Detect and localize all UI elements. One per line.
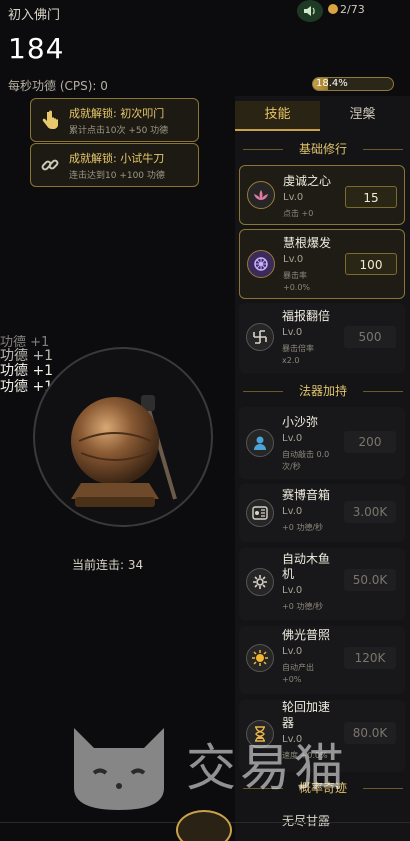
tool-desc-extra: +0% (282, 675, 302, 684)
progress-text: 18.4% (316, 78, 348, 89)
tool-desc: 自动产出 (282, 663, 314, 672)
tool-name: 佛光普照 (282, 628, 331, 642)
tool-name: 轮回加速 (282, 700, 331, 714)
tool-desc: +0 功德/秒 (282, 523, 324, 532)
tab-skills[interactable]: 技能 (235, 101, 320, 131)
skill-name: 慧根爆发 (283, 236, 332, 250)
gear-icon (246, 568, 274, 596)
toast-title: 成就解锁: 初次叩门 (69, 106, 165, 120)
tool-name: 自动木鱼 (282, 552, 331, 566)
tool-cost-button[interactable]: 120K (344, 647, 396, 669)
sound-toggle-button[interactable] (297, 0, 323, 22)
tool-name: 赛博音箱 (282, 488, 331, 502)
tool-level: Lv.0 (282, 585, 303, 596)
tool-card-buddha-light[interactable]: 佛光普照 Lv.0 自动产出 +0% 120K (239, 626, 405, 694)
skill-desc: 点击 +0 (283, 209, 314, 218)
top-bar: 初入佛门 2/73 184 每秒功德 (CPS): 0 18.4% (0, 0, 410, 100)
achievement-toast[interactable]: 成就解锁: 初次叩门 累计点击10次 +50 功德 (30, 98, 199, 142)
cat-logo-watermark (74, 728, 164, 810)
combo-counter: 当前连击: 34 (72, 558, 144, 572)
speaker-icon (304, 6, 315, 16)
tool-desc: 自动敲击 0.0 (282, 450, 330, 459)
link-chain-icon (37, 152, 63, 178)
bottom-action-button[interactable] (176, 810, 232, 841)
section-title-tools: 法器加持 (243, 381, 403, 401)
skill-desc: 暴击倍率 (282, 344, 314, 353)
tool-card-cyber-speaker[interactable]: 赛博音箱 Lv.0 +0 功德/秒 3.00K (239, 484, 405, 542)
speaker-box-icon (246, 499, 274, 527)
tab-nirvana[interactable]: 涅槃 (320, 101, 405, 131)
skill-desc: 暴击率 (283, 271, 307, 280)
achievement-toast[interactable]: 成就解锁: 小试牛刀 连击达到10 +100 功德 (30, 143, 199, 187)
achievement-count: 2/73 (340, 3, 365, 16)
lotus-icon (247, 181, 275, 209)
tool-card-novice-monk[interactable]: 小沙弥 Lv.0 自动敲击 0.0 次/秒 200 (239, 407, 405, 479)
skill-cost-button[interactable]: 500 (344, 326, 396, 348)
skill-desc-extra: +0.0% (283, 283, 311, 292)
achievement-counter[interactable]: 2/73 (328, 3, 365, 16)
tool-level: Lv.0 (282, 506, 303, 517)
tool-cost-button[interactable]: 200 (344, 431, 396, 453)
skill-cost-button[interactable]: 15 (345, 186, 397, 208)
skill-card-wisdom[interactable]: 慧根爆发 Lv.0 暴击率 +0.0% 100 (239, 229, 405, 299)
cps-label: 每秒功德 (CPS): 0 (8, 79, 108, 93)
skill-level: Lv.0 (283, 254, 304, 265)
toast-title: 成就解锁: 小试牛刀 (69, 151, 165, 165)
gong-tap-area[interactable] (33, 347, 213, 527)
tool-desc-extra: 次/秒 (282, 462, 301, 471)
bronze-gong-icon (71, 395, 177, 507)
tool-desc: +0 功德/秒 (282, 602, 324, 611)
merit-total: 184 (8, 32, 65, 65)
pointer-hand-icon (37, 107, 63, 133)
skill-name: 虔诚之心 (283, 174, 332, 188)
toast-desc: 累计点击10次 +50 功德 (69, 125, 169, 136)
level-progress-bar: 18.4% (312, 77, 394, 91)
tool-cost-button[interactable]: 80.0K (344, 722, 396, 744)
medal-icon (328, 4, 338, 14)
skill-cost-button[interactable]: 100 (345, 253, 397, 275)
skill-level: Lv.0 (283, 192, 304, 203)
panel-tabs: 技能 涅槃 (235, 101, 405, 131)
watermark-text: 交易猫 (186, 739, 348, 797)
tool-level: Lv.0 (282, 646, 303, 657)
tool-level: Lv.0 (282, 433, 303, 444)
sun-icon (246, 644, 274, 672)
skill-card-fortune[interactable]: 福报翻倍 Lv.0 暴击倍率 x2.0 500 (239, 303, 405, 373)
tool-name: 小沙弥 (282, 415, 319, 429)
skill-desc-extra: x2.0 (282, 356, 300, 365)
skill-level: Lv.0 (282, 327, 303, 338)
tool-cost-button[interactable]: 3.00K (344, 501, 396, 523)
tool-name-line2: 机 (282, 567, 295, 581)
toast-desc: 连击达到10 +100 功德 (69, 170, 165, 181)
tool-card-auto-woodfish[interactable]: 自动木鱼 机 Lv.0 +0 功德/秒 50.0K (239, 548, 405, 620)
skill-name: 福报翻倍 (282, 309, 331, 323)
skill-card-piety[interactable]: 虔诚之心 Lv.0 点击 +0 15 (239, 165, 405, 225)
tool-cost-button[interactable]: 50.0K (344, 569, 396, 591)
page-title: 初入佛门 (8, 8, 61, 23)
partial-item-name: 无尽甘露 (282, 814, 331, 828)
dharma-wheel-icon (247, 250, 275, 278)
monk-person-icon (246, 429, 274, 457)
section-title-basic: 基础修行 (243, 139, 403, 159)
swastika-icon (246, 323, 274, 351)
